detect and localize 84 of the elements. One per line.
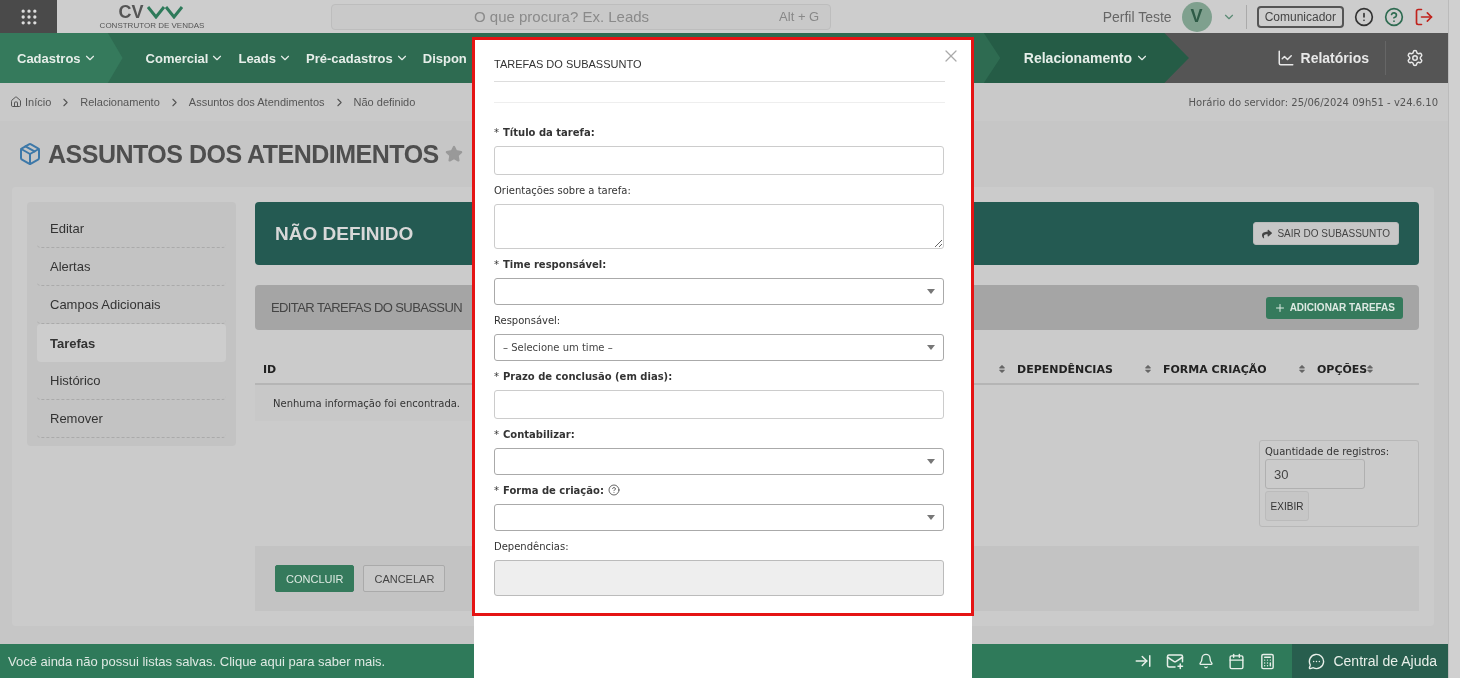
home-icon [10, 96, 22, 108]
empty-message: Nenhuma informação foi encontrada. [273, 397, 461, 409]
line-chart-icon [1276, 49, 1295, 67]
conclude-button[interactable]: CONCLUIR [275, 565, 355, 592]
reports-link[interactable]: Relatórios [1260, 41, 1386, 75]
sidebar-item[interactable]: Editar [37, 210, 226, 248]
sidebar-item[interactable]: Tarefas [37, 324, 226, 362]
server-time: Horário do servidor: 25/06/2024 09h51 - v24.6.10 [1188, 96, 1438, 108]
select-field[interactable] [494, 448, 944, 475]
star-icon[interactable] [444, 145, 463, 163]
logo-icon [145, 5, 186, 19]
alert-icon[interactable] [1354, 6, 1374, 27]
caret-icon [927, 289, 935, 294]
required-mark: * [494, 258, 499, 270]
bell-icon[interactable] [1198, 653, 1215, 669]
exit-subject-button[interactable]: SAIR DO SUBASSUNTO [1253, 222, 1399, 245]
chat-icon [1308, 652, 1326, 670]
nav-menu-item[interactable]: Comercial [138, 33, 232, 83]
field-label: Prazo de conclusão (em dias): [503, 370, 673, 382]
column-header[interactable]: DEPENDÊNCIAS [1017, 362, 1143, 376]
select-field[interactable]: – Selecione um time – [494, 334, 944, 361]
caret-icon [927, 345, 935, 350]
breadcrumb-link[interactable]: Início [25, 96, 52, 108]
plus-icon [1273, 301, 1286, 314]
dialog-title: TAREFAS DO SUBASSUNTO [494, 57, 945, 82]
column-header[interactable]: OPÇÕES [1317, 362, 1365, 376]
breadcrumb-link[interactable]: Assuntos dos Atendimentos [188, 96, 325, 108]
profile-name: Perfil Teste [1102, 8, 1172, 25]
show-button[interactable]: EXIBIR [1265, 491, 1309, 521]
logout-icon[interactable] [1414, 6, 1434, 27]
select-field[interactable] [494, 504, 944, 531]
help-center-button[interactable]: Central de Ajuda [1292, 644, 1448, 678]
sidebar-item[interactable]: Histórico [37, 362, 226, 400]
records-label: Quantidade de registros: [1265, 446, 1391, 457]
logo-tagline: CONSTRUTOR DE VENDAS [99, 21, 205, 30]
required-mark: * [494, 126, 499, 138]
logo-text: CV [118, 3, 144, 21]
nav-menu-item[interactable]: Relacionamento [983, 33, 1189, 83]
textarea-field[interactable] [494, 204, 944, 249]
required-mark: * [494, 428, 499, 440]
field-label: Responsável: [494, 314, 561, 326]
subject-title: NÃO DEFINIDO [275, 222, 414, 245]
field-label: Time responsável: [503, 258, 607, 270]
apps-menu-button[interactable] [0, 0, 57, 33]
tasks-title: EDITAR TAREFAS DO SUBASSUN [271, 300, 462, 315]
breadcrumb-link[interactable]: Relacionamento [80, 96, 160, 108]
required-mark: * [494, 370, 499, 382]
sidebar-item[interactable]: Remover [37, 400, 226, 438]
communicator-button[interactable]: Comunicador [1256, 5, 1344, 28]
text-input-field[interactable] [494, 146, 944, 175]
arrow-to-line-icon[interactable] [1134, 652, 1153, 670]
nav-menu-item[interactable]: Cadastros [0, 33, 123, 83]
required-mark: * [494, 484, 499, 496]
calculator-icon[interactable] [1259, 652, 1277, 670]
box-icon [18, 142, 42, 166]
settings-icon[interactable] [1406, 49, 1424, 67]
field-label: Dependências: [494, 540, 569, 552]
column-header[interactable]: FORMA CRIAÇÃO [1163, 362, 1297, 376]
nav-menu-item[interactable]: Pré-cadastros [299, 33, 416, 83]
shortcut-hint: Alt + G [779, 9, 820, 24]
sidebar-item[interactable]: Alertas [37, 248, 226, 286]
field-label: Orientações sobre a tarefa: [494, 184, 631, 196]
field-label: Forma de criação: [503, 484, 604, 496]
records-input-field[interactable]: 30 [1265, 459, 1365, 489]
share-icon [1262, 228, 1273, 239]
field-label: Contabilizar: [503, 428, 575, 440]
select-field[interactable] [494, 278, 944, 305]
breadcrumb-link[interactable]: Não definido [353, 96, 416, 108]
sort-icon[interactable] [1365, 364, 1375, 374]
page-title: ASSUNTOS DOS ATENDIMENTOS [48, 139, 439, 169]
scrollbar[interactable] [1448, 0, 1460, 678]
cancel-button[interactable]: CANCELAR [363, 565, 446, 592]
field-label: Título da tarefa: [503, 126, 595, 138]
nav-menu-item[interactable]: Leads [231, 33, 300, 83]
text-input-field[interactable] [494, 390, 944, 419]
help-icon[interactable] [607, 484, 620, 496]
nav-menu-item[interactable]: Dispon [415, 33, 474, 83]
help-icon[interactable] [1384, 6, 1404, 27]
calendar-icon[interactable] [1228, 652, 1246, 670]
add-tasks-button[interactable]: ADICIONAR TAREFAS [1265, 296, 1403, 319]
mail-plus-icon[interactable] [1166, 652, 1185, 670]
caret-icon [927, 459, 935, 464]
saved-lists-link[interactable]: Você ainda não possui listas salvas. Clique aqui para saber mais. [8, 653, 386, 669]
caret-icon [927, 515, 935, 520]
